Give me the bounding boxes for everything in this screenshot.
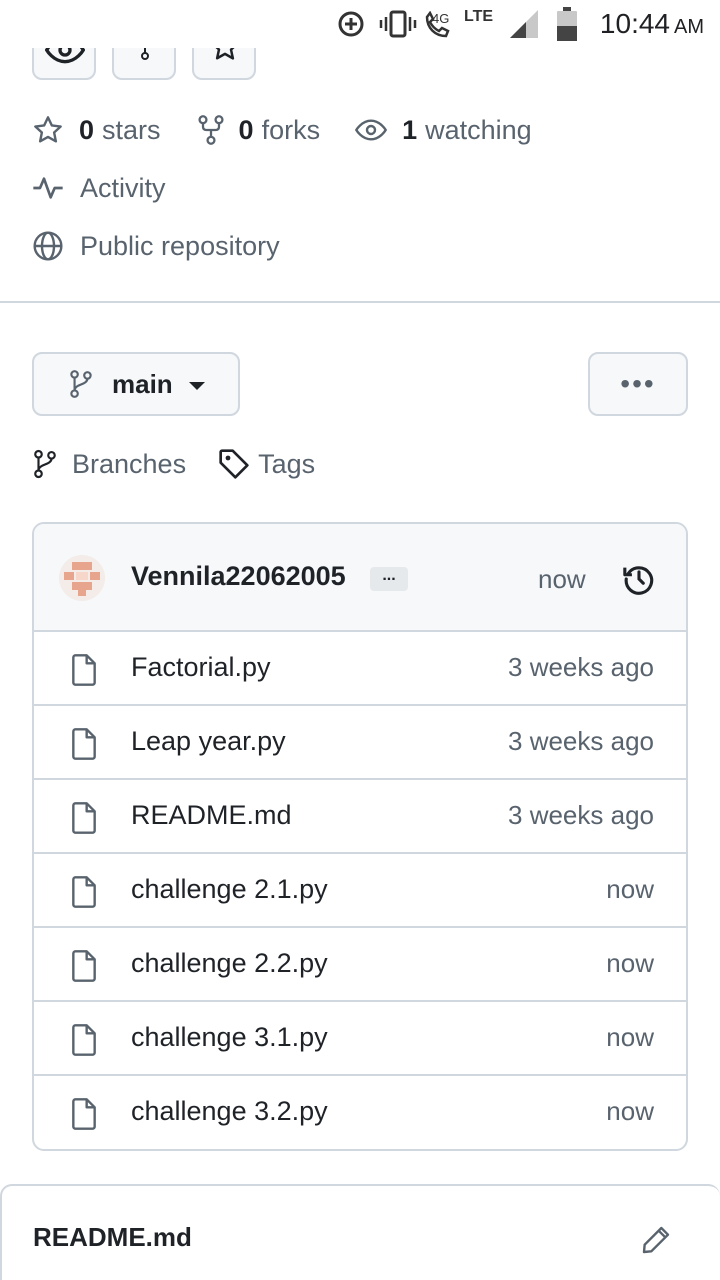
stars-count[interactable]: 0	[79, 115, 94, 146]
file-updated-time: 3 weeks ago	[508, 726, 654, 756]
commit-time: now	[538, 564, 586, 594]
clock-time: 10:44	[599, 8, 670, 39]
activity-link[interactable]: Activity	[32, 172, 166, 204]
star-icon	[34, 116, 62, 143]
network-lte-label: LTE	[464, 8, 494, 25]
forks-label[interactable]: forks	[262, 115, 321, 146]
data-saver-icon	[338, 11, 364, 37]
forks-count[interactable]: 0	[239, 115, 254, 146]
network-4g-label: 4G	[432, 11, 450, 26]
visibility-label: Public repository	[80, 230, 280, 261]
refs-links: Branches Tags	[32, 448, 315, 480]
git-branch-icon	[70, 370, 92, 398]
file-row[interactable]: Factorial.py 3 weeks ago	[34, 632, 686, 706]
repo-stats: 0 stars 0 forks 1 watching	[32, 114, 532, 146]
watching-label[interactable]: watching	[425, 115, 532, 146]
file-updated-time: now	[606, 874, 654, 904]
avatar[interactable]	[59, 555, 105, 601]
more-options-label: •••	[620, 368, 656, 399]
readme-header: README.md	[0, 1184, 720, 1280]
file-row[interactable]: Leap year.py 3 weeks ago	[34, 706, 686, 780]
file-row[interactable]: README.md 3 weeks ago	[34, 780, 686, 854]
file-icon	[72, 876, 96, 908]
file-row[interactable]: challenge 3.2.py now	[34, 1076, 686, 1149]
eye-icon	[355, 119, 388, 141]
globe-icon	[33, 231, 63, 261]
visibility-info: Public repository	[32, 230, 280, 262]
file-name[interactable]: Leap year.py	[131, 726, 286, 757]
file-name[interactable]: challenge 3.2.py	[131, 1096, 328, 1127]
battery-icon	[557, 7, 577, 41]
file-updated-time: 3 weeks ago	[508, 800, 654, 830]
vibrate-icon	[379, 10, 417, 38]
clock: 10:44 AM	[600, 8, 704, 40]
file-icon	[72, 728, 96, 760]
file-icon	[72, 802, 96, 834]
clock-ampm: AM	[674, 16, 704, 38]
file-name[interactable]: README.md	[131, 800, 292, 831]
git-branch-icon	[34, 449, 56, 479]
chevron-down-icon	[188, 381, 205, 390]
status-bar: 4G LTE 10:44 AM	[0, 0, 720, 48]
file-name[interactable]: challenge 2.2.py	[131, 948, 328, 979]
history-icon[interactable]	[622, 562, 656, 596]
file-updated-time: 3 weeks ago	[508, 652, 654, 682]
file-name[interactable]: challenge 2.1.py	[131, 874, 328, 905]
branch-selector-button[interactable]: main	[32, 352, 240, 416]
file-list: Vennila22062005 ... now Factorial.py 3 we…	[32, 522, 688, 1151]
file-row[interactable]: challenge 2.1.py now	[34, 854, 686, 928]
file-row[interactable]: challenge 3.1.py now	[34, 1002, 686, 1076]
tag-icon	[219, 449, 249, 479]
commit-message-toggle[interactable]: ...	[370, 567, 408, 591]
file-icon	[72, 654, 96, 686]
more-options-button[interactable]: •••	[588, 352, 688, 416]
file-icon	[72, 1098, 96, 1130]
branches-link[interactable]: Branches	[72, 449, 186, 480]
file-name[interactable]: Factorial.py	[131, 652, 271, 683]
watching-count[interactable]: 1	[402, 115, 417, 146]
current-branch-label: main	[112, 368, 173, 399]
file-icon	[72, 1024, 96, 1056]
file-icon	[72, 950, 96, 982]
file-updated-time: now	[606, 948, 654, 978]
pulse-icon	[33, 177, 63, 199]
pencil-icon[interactable]	[640, 1224, 672, 1256]
activity-label[interactable]: Activity	[80, 173, 166, 204]
file-updated-time: now	[606, 1022, 654, 1052]
identicon-icon	[64, 562, 100, 596]
tags-link[interactable]: Tags	[258, 449, 315, 480]
readme-title: README.md	[33, 1222, 192, 1252]
file-name[interactable]: challenge 3.1.py	[131, 1022, 328, 1053]
latest-commit-row: Vennila22062005 ... now	[34, 524, 686, 632]
signal-icon	[510, 10, 538, 38]
file-row[interactable]: challenge 2.2.py now	[34, 928, 686, 1002]
stars-label[interactable]: stars	[102, 115, 161, 146]
section-divider	[0, 301, 720, 303]
commit-author[interactable]: Vennila22062005	[131, 561, 346, 592]
fork-icon	[197, 115, 224, 145]
file-updated-time: now	[606, 1096, 654, 1126]
